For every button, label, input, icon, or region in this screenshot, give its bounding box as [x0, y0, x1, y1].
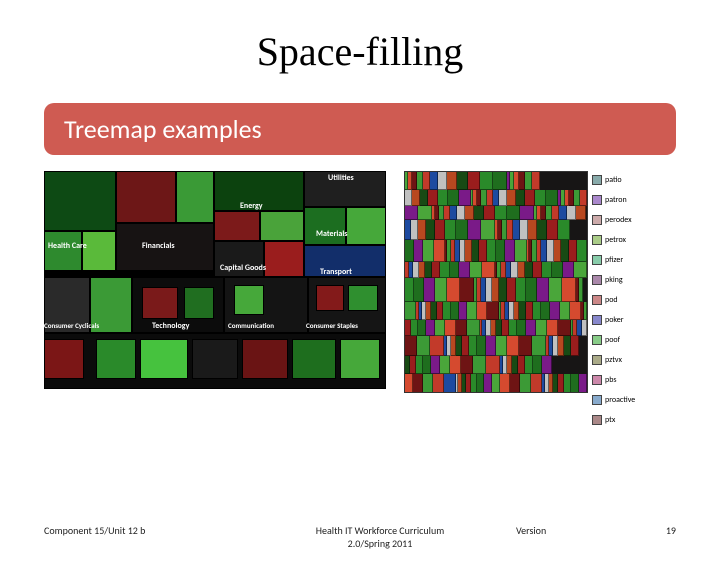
footer-center: Health IT Workforce Curriculum 2.0/Sprin… — [244, 524, 516, 550]
legend-swatch — [592, 175, 602, 185]
legend-label: pfizer — [605, 255, 623, 265]
legend-item: proactive — [592, 395, 635, 405]
footer-center-line1: Health IT Workforce Curriculum — [244, 524, 516, 537]
sector-utilities: Utilities — [328, 173, 354, 183]
legend-item: pod — [592, 295, 635, 305]
legend-label: perodex — [605, 215, 632, 225]
legend-item: poof — [592, 335, 635, 345]
legend-label: proactive — [605, 395, 635, 405]
legend-item: pking — [592, 275, 635, 285]
legend-swatch — [592, 195, 602, 205]
legend-item: patio — [592, 175, 635, 185]
slide-title: Space-filling — [0, 28, 720, 75]
legend-swatch — [592, 315, 602, 325]
legend-swatch — [592, 335, 602, 345]
legend-swatch — [592, 215, 602, 225]
legend-label: poof — [605, 335, 620, 345]
legend-item: pztvx — [592, 355, 635, 365]
legend-label: pod — [605, 295, 618, 305]
legend-swatch — [592, 235, 602, 245]
legend-item: patron — [592, 195, 635, 205]
sector-healthcare: Health Care — [48, 241, 87, 251]
legend-item: pfizer — [592, 255, 635, 265]
footer-page-number: 19 — [636, 524, 676, 537]
treemap-market: Health Care Financials Energy Utilities … — [44, 171, 386, 389]
footer-center-line2: 2.0/Spring 2011 — [244, 537, 516, 550]
figures-row: Health Care Financials Energy Utilities … — [44, 171, 676, 425]
treemap-ordered — [404, 171, 588, 393]
slide-footer: Component 15/Unit 12 b Health IT Workfor… — [0, 524, 720, 550]
legend-label: patio — [605, 175, 622, 185]
subtitle-text: Treemap examples — [64, 113, 262, 145]
footer-version: Version — [516, 524, 636, 537]
treemap-ordered-wrap: patio patron perodex petrox pfizer pking pod po… — [404, 171, 635, 425]
sector-energy: Energy — [240, 201, 263, 211]
legend-label: patron — [605, 195, 627, 205]
legend-swatch — [592, 295, 602, 305]
legend-swatch — [592, 255, 602, 265]
sector-staples: Consumer Staples — [306, 321, 358, 330]
footer-left: Component 15/Unit 12 b — [44, 524, 244, 537]
sector-transport: Transport — [320, 267, 352, 277]
legend-label: pztvx — [605, 355, 622, 365]
sector-capgoods: Capital Goods — [220, 263, 266, 273]
legend-swatch — [592, 275, 602, 285]
legend-label: petrox — [605, 235, 626, 245]
legend-label: ptx — [605, 415, 615, 425]
legend-item: poker — [592, 315, 635, 325]
sector-comm: Communication — [228, 321, 274, 330]
legend-item: perodex — [592, 215, 635, 225]
sector-tech: Technology — [152, 321, 189, 331]
subtitle-pill: Treemap examples — [44, 103, 676, 155]
legend-label: pbs — [605, 375, 617, 385]
sector-cyclicals: Consumer Cyclicals — [44, 321, 99, 330]
legend-label: pking — [605, 275, 623, 285]
legend-label: poker — [605, 315, 624, 325]
treemap-ordered-legend: patio patron perodex petrox pfizer pking pod po… — [592, 171, 635, 425]
legend-item: pbs — [592, 375, 635, 385]
legend-swatch — [592, 395, 602, 405]
sector-materials: Materials — [316, 229, 347, 239]
legend-swatch — [592, 415, 602, 425]
legend-item: petrox — [592, 235, 635, 245]
legend-item: ptx — [592, 415, 635, 425]
sector-financials: Financials — [142, 241, 175, 251]
legend-swatch — [592, 375, 602, 385]
legend-swatch — [592, 355, 602, 365]
